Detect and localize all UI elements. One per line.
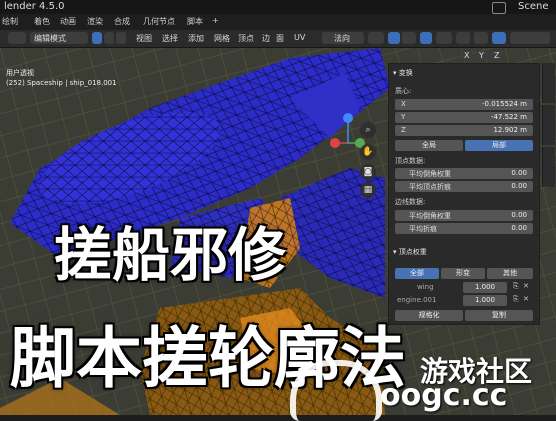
vertex-crease-field[interactable]: 平均顶点折痕 0.00: [395, 181, 533, 192]
grid-toggle-icon[interactable]: ▦: [360, 182, 376, 198]
tab-geometry-nodes[interactable]: 几何节点: [143, 16, 175, 27]
editor-type-icon[interactable]: [8, 32, 26, 44]
weight-value-field[interactable]: 1.000: [463, 282, 507, 293]
tab-render[interactable]: 渲染: [87, 16, 103, 27]
sidebar-tab-view[interactable]: [542, 147, 555, 187]
tab-scripting[interactable]: 脚本: [187, 16, 203, 27]
workspace-tabs: 绘制 着色 动画 渲染 合成 几何节点 脚本 +: [0, 14, 556, 30]
weight-value-field[interactable]: 1.000: [463, 295, 507, 306]
vertex-bevel-weight-field[interactable]: 平均倒角权重 0.00: [395, 168, 533, 179]
tab-draw[interactable]: 绘制: [2, 16, 18, 27]
vertex-select-icon[interactable]: [92, 32, 102, 44]
median-label: 质心:: [395, 87, 412, 95]
close-icon[interactable]: ✕: [523, 295, 529, 303]
sidebar-panel: ▾ 变换 质心: X -0.015524 m Y -47.522 m Z 12.902…: [388, 63, 540, 325]
scene-label[interactable]: Scene: [518, 1, 549, 12]
object-info: (252) Spaceship | ship_018.001: [6, 79, 117, 87]
navigation-icons: ⌕ ✋ ◙ ▦: [356, 118, 380, 198]
edge-data-label: 边线数据:: [395, 198, 426, 206]
falloff-icon[interactable]: [436, 32, 452, 44]
weights-tab-all[interactable]: 全部: [395, 268, 439, 279]
weight-group-name: engine.001: [397, 296, 437, 304]
menu-face[interactable]: 面: [276, 33, 284, 44]
edge-select-icon[interactable]: [104, 32, 114, 44]
menu-mesh[interactable]: 网格: [214, 33, 230, 44]
orientation-label: 法向: [334, 34, 350, 43]
weight-group-name: wing: [417, 283, 434, 291]
median-y-field[interactable]: Y -47.522 m: [395, 112, 533, 123]
axis-y-toggle[interactable]: Y: [476, 51, 487, 60]
orientation-dropdown[interactable]: 法向: [322, 32, 364, 44]
menu-vertex[interactable]: 顶点: [238, 33, 254, 44]
sidebar-tab-tool[interactable]: [542, 105, 555, 145]
hand-pan-icon[interactable]: ✋: [360, 144, 376, 160]
median-x-field[interactable]: X -0.015524 m: [395, 99, 533, 110]
mode-dropdown[interactable]: 编辑模式: [30, 32, 88, 44]
close-icon[interactable]: ✕: [523, 282, 529, 290]
pivot-icon[interactable]: [368, 32, 384, 44]
viewport-header: 编辑模式 视图 选择 添加 网格 顶点 边 面 UV 法向: [0, 30, 556, 48]
local-space-button[interactable]: 局部: [465, 140, 533, 151]
xray-icon[interactable]: [492, 32, 506, 44]
overlay-icon[interactable]: [474, 32, 488, 44]
copy-button[interactable]: 复制: [465, 310, 533, 321]
watermark-line2: oogc.cc: [380, 378, 508, 413]
menu-edge[interactable]: 边: [262, 33, 270, 44]
axis-x-toggle[interactable]: X: [461, 51, 473, 60]
copy-icon[interactable]: ⎘: [513, 295, 519, 304]
mode-label: 编辑模式: [34, 34, 66, 43]
overlay-title-line1: 搓船邪修: [54, 221, 287, 289]
camera-icon[interactable]: ◙: [360, 164, 376, 180]
weights-tab-deform[interactable]: 形变: [441, 268, 485, 279]
mirror-icon[interactable]: [456, 32, 470, 44]
edge-bevel-weight-field[interactable]: 平均倒角权重 0.00: [395, 210, 533, 221]
proportional-edit-icon[interactable]: [420, 32, 432, 44]
shading-buttons[interactable]: [510, 32, 550, 44]
menu-add[interactable]: 添加: [188, 33, 204, 44]
menu-select[interactable]: 选择: [162, 33, 178, 44]
tab-compositing[interactable]: 合成: [114, 16, 130, 27]
copy-icon[interactable]: ⎘: [513, 282, 519, 291]
tab-animation[interactable]: 动画: [60, 16, 76, 27]
menu-uv[interactable]: UV: [294, 33, 305, 42]
app-title: lender 4.5.0: [4, 1, 65, 12]
median-z-field[interactable]: Z 12.902 m: [395, 125, 533, 136]
scene-icon[interactable]: [492, 2, 506, 14]
transform-section-title[interactable]: ▾ 变换: [393, 68, 413, 78]
add-workspace-button[interactable]: +: [212, 16, 219, 25]
axis-z-toggle[interactable]: Z: [491, 51, 503, 60]
zoom-icon[interactable]: ⌕: [360, 122, 376, 138]
watermark-logo: [290, 360, 382, 421]
face-select-icon[interactable]: [116, 32, 126, 44]
weights-tab-other[interactable]: 其他: [487, 268, 533, 279]
menu-view[interactable]: 视图: [136, 33, 152, 44]
snap-toggle-icon[interactable]: [388, 32, 400, 44]
tab-shading[interactable]: 着色: [34, 16, 50, 27]
view-name: 用户透视: [6, 69, 34, 77]
global-space-button[interactable]: 全局: [395, 140, 463, 151]
vertex-weights-section-title[interactable]: ▾ 顶点权重: [393, 247, 427, 257]
snap-target-icon[interactable]: [402, 32, 416, 44]
vertex-data-label: 顶点数据:: [395, 157, 426, 165]
sidebar-tab-item[interactable]: [542, 63, 555, 103]
edge-crease-field[interactable]: 平均折痕 0.00: [395, 223, 533, 234]
